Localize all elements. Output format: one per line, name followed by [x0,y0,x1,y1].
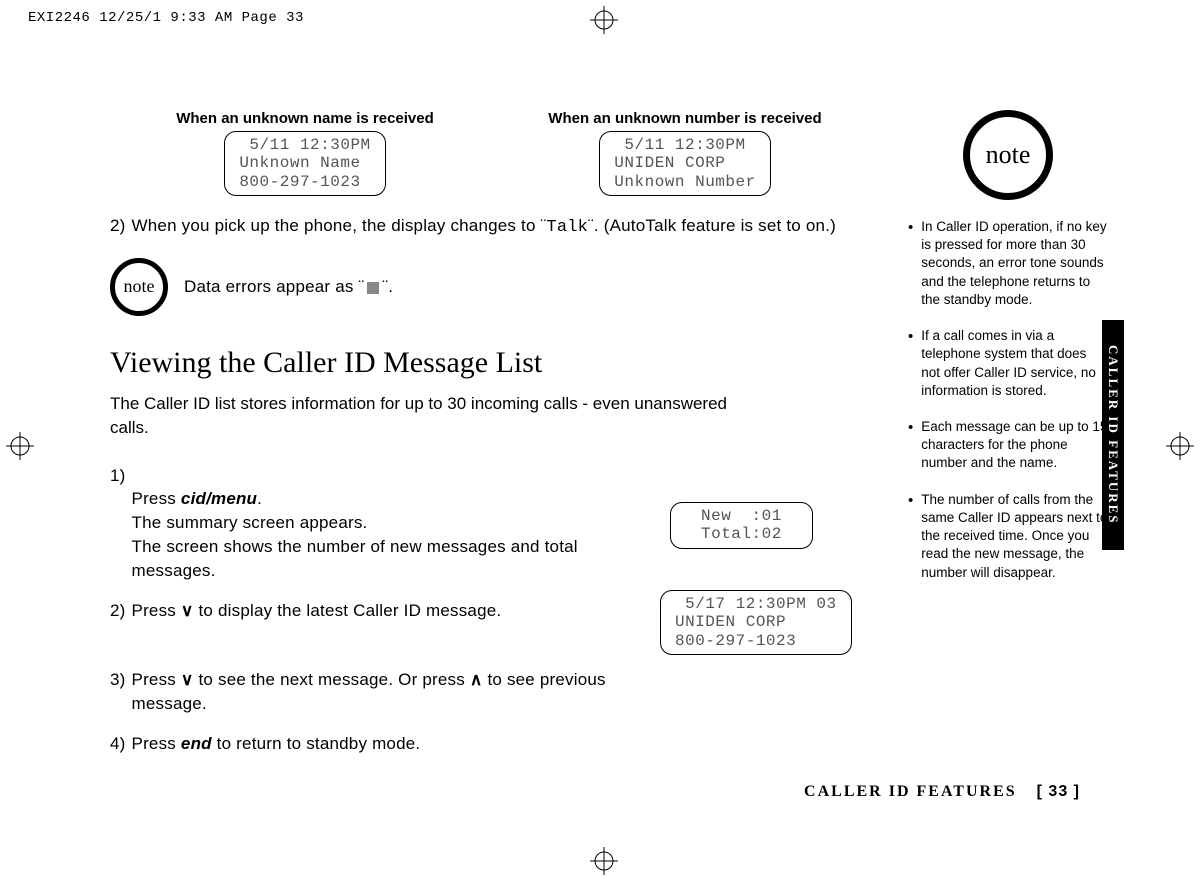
sidebar-notes-list: •In Caller ID operation, if no key is pr… [908,218,1108,582]
registration-mark-top [590,6,618,34]
registration-mark-left [6,432,34,460]
sidebar-note-item: •In Caller ID operation, if no key is pr… [908,218,1108,309]
page-footer: CALLER ID FEATURES [ 33 ] [804,783,1080,801]
lcd-summary: New :01 Total:02 [670,502,813,549]
data-errors-note: Data errors appear as ¨¨. [184,275,393,299]
sidebar-note-item: •Each message can be up to 15 characters… [908,418,1108,473]
note-icon-large: note [963,110,1053,200]
bullet-icon: • [908,218,913,309]
step-3: Press ∨ to see the next message. Or pres… [132,668,632,716]
intro-paragraph: The Caller ID list stores information fo… [110,392,730,440]
down-arrow-icon: ∨ [181,601,194,620]
grey-square-icon [367,282,379,294]
step-2-pickup: When you pick up the phone, the display … [132,214,836,240]
lcd-unknown-name: 5/11 12:30PM Unknown Name 800-297-1023 [224,131,385,196]
up-arrow-icon: ∧ [470,670,483,689]
registration-mark-bottom [590,847,618,875]
sidebar-note-item: •If a call comes in via a telephone syst… [908,327,1108,400]
step-number-2: 2) [110,214,126,240]
sidebar-note-item: •The number of calls from the same Calle… [908,491,1108,582]
lcd-unknown-number: 5/11 12:30PM UNIDEN CORP Unknown Number [599,131,770,196]
step-number-1: 1) [110,464,126,583]
down-arrow-icon-2: ∨ [181,670,194,689]
section-heading: Viewing the Caller ID Message List [110,346,880,380]
step-number-4: 4) [110,732,126,756]
step-number-2b: 2) [110,599,126,623]
bullet-icon: • [908,491,913,582]
step-1: Press cid/menu. The summary screen appea… [132,464,612,583]
caption-unknown-name: When an unknown name is received [135,110,475,127]
bullet-icon: • [908,327,913,400]
step-2: Press ∨ to display the latest Caller ID … [132,599,502,623]
bullet-icon: • [908,418,913,473]
print-slug: EXI2246 12/25/1 9:33 AM Page 33 [28,10,304,26]
note-icon-small: note [110,258,168,316]
lcd-detail: 5/17 12:30PM 03 UNIDEN CORP 800-297-1023 [660,590,852,655]
step-number-3: 3) [110,668,126,716]
registration-mark-right [1166,432,1194,460]
caption-unknown-number: When an unknown number is received [515,110,855,127]
step-4: Press end to return to standby mode. [132,732,421,756]
